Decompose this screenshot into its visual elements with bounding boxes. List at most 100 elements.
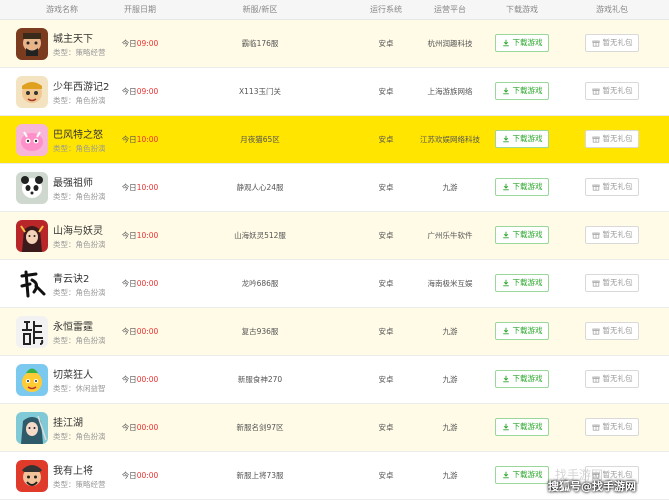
no-gift-button[interactable]: 暂无礼包 [585,322,639,340]
open-time: 10:00 [136,183,159,192]
download-game-button[interactable]: 下载游戏 [495,130,549,148]
header-os: 运行系统 [370,5,402,14]
no-gift-button[interactable]: 暂无礼包 [585,82,639,100]
download-icon [502,87,510,95]
dragon-character-icon[interactable] [16,316,48,348]
open-time: 09:00 [136,87,159,96]
game-name[interactable]: 切菜狂人 [53,366,93,381]
table-row: 巴风特之怒 类型：角色扮演 今日10:00 月夜猫65区 安卓 江苏欢娱网络科技 下载游戏暂… [0,116,669,164]
operator-name: 上海游族网络 [427,87,473,96]
game-type: 类型：角色扮演 [53,288,106,297]
game-name[interactable]: 青云诀2 [53,270,89,285]
game-type: 类型：策略经营 [53,480,106,489]
today-label: 今日 [121,87,137,96]
game-name[interactable]: 山海与妖灵 [53,222,103,237]
game-name[interactable]: 永恒雷霆 [53,318,93,333]
open-date: 今日00:00 [110,356,170,404]
pink-creature-icon[interactable] [16,124,48,156]
gift-button-label: 暂无礼包 [602,182,633,191]
server-name: 新服名剑97区 [236,423,284,432]
header-game-name: 游戏名称 [46,5,78,14]
general-icon[interactable] [16,460,48,492]
demon-girl-icon[interactable] [16,220,48,252]
download-game-button[interactable]: 下载游戏 [495,466,549,484]
download-button-label: 下载游戏 [512,470,543,479]
game-name[interactable]: 巴风特之怒 [53,126,103,141]
os-label: 安卓 [378,375,394,384]
open-time: 00:00 [136,327,159,336]
open-time: 00:00 [136,423,159,432]
gift-icon [591,183,600,191]
os-label: 安卓 [378,423,394,432]
today-label: 今日 [121,183,137,192]
open-server-list-page: 游戏名称 开服日期 新服/新区 运行系统 运营平台 下载游戏 游戏礼包 城主天下… [0,0,669,500]
table-row: 青云诀2 类型：角色扮演 今日00:00 龙吟686服 安卓 海南极米互娱 下载游戏 暂无礼包 [0,260,669,308]
game-name[interactable]: 少年西游记2 [53,78,109,93]
swordswoman-icon[interactable] [16,412,48,444]
operator-name: 九游 [442,183,458,192]
today-label: 今日 [121,423,137,432]
game-type: 类型：角色扮演 [53,336,106,345]
veggie-hero-icon[interactable] [16,364,48,396]
panda-master-icon[interactable] [16,172,48,204]
download-game-button[interactable]: 下载游戏 [495,178,549,196]
os-label: 安卓 [378,471,394,480]
no-gift-button[interactable]: 暂无礼包 [585,34,639,52]
open-date: 今日10:00 [110,212,170,260]
open-date: 今日10:00 [110,164,170,212]
no-gift-button[interactable]: 暂无礼包 [585,178,639,196]
download-game-button[interactable]: 下载游戏 [495,418,549,436]
download-game-button[interactable]: 下载游戏 [495,226,549,244]
download-game-button[interactable]: 下载游戏 [495,370,549,388]
game-name[interactable]: 城主天下 [53,30,93,45]
today-label: 今日 [121,327,137,336]
game-name[interactable]: 挂江湖 [53,414,83,429]
gift-button-label: 暂无礼包 [602,134,633,143]
server-name: 月夜猫65区 [240,135,280,144]
gift-icon [591,279,600,287]
no-gift-button[interactable]: 暂无礼包 [585,418,639,436]
table-row: 切菜狂人 类型：休闲益智 今日00:00 新服食神270 安卓 九游 下载游戏 暂无礼包 [0,356,669,404]
watermark: 搜狐号@找手游网 [548,480,636,493]
download-game-button[interactable]: 下载游戏 [495,274,549,292]
today-label: 今日 [121,39,137,48]
open-date: 今日00:00 [110,260,170,308]
download-button-label: 下载游戏 [512,374,543,383]
no-gift-button[interactable]: 暂无礼包 [585,226,639,244]
no-gift-button[interactable]: 暂无礼包 [585,274,639,292]
monkey-king-icon[interactable] [16,76,48,108]
server-name: 新服上将73服 [236,471,284,480]
header-download: 下载游戏 [506,5,538,14]
os-label: 安卓 [378,87,394,96]
header-operator: 运营平台 [434,5,466,14]
operator-name: 海南极米互娱 [427,279,473,288]
download-game-button[interactable]: 下载游戏 [495,82,549,100]
download-icon [502,375,510,383]
no-gift-button[interactable]: 暂无礼包 [585,370,639,388]
operator-name: 九游 [442,423,458,432]
download-button-label: 下载游戏 [512,86,543,95]
header-open-date: 开服日期 [124,5,156,14]
server-name: X113玉门关 [239,87,281,96]
table-row: 最强祖师 类型：角色扮演 今日10:00 静观人心24服 安卓 九游 下载游戏 暂无礼包 [0,164,669,212]
game-type: 类型：角色扮演 [53,432,106,441]
game-name[interactable]: 我有上将 [53,462,93,477]
download-icon [502,183,510,191]
open-date: 今日09:00 [110,68,170,116]
os-label: 安卓 [378,231,394,240]
warlord-icon[interactable] [16,28,48,60]
open-date: 今日00:00 [110,308,170,356]
open-date: 今日10:00 [110,116,170,164]
no-gift-button[interactable]: 暂无礼包 [585,130,639,148]
server-name: 静观人心24服 [236,183,284,192]
gift-button-label: 暂无礼包 [602,38,633,47]
today-label: 今日 [121,375,137,384]
gift-icon [591,375,600,383]
calligraphy-icon[interactable] [16,268,48,300]
download-game-button[interactable]: 下载游戏 [495,322,549,340]
download-icon [502,231,510,239]
table-row: 少年西游记2 类型：角色扮演 今日09:00 X113玉门关 安卓 上海游族网络 下载游戏暂… [0,68,669,116]
open-time: 00:00 [136,471,159,480]
game-name[interactable]: 最强祖师 [53,174,93,189]
download-game-button[interactable]: 下载游戏 [495,34,549,52]
